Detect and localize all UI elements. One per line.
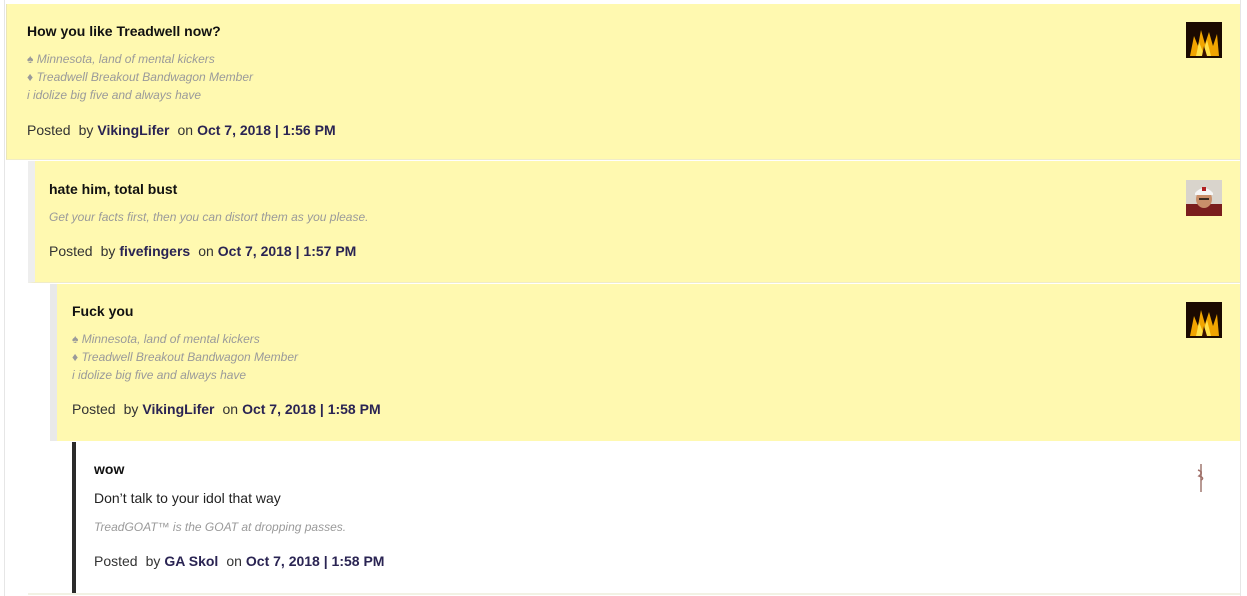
on-label: on xyxy=(222,401,239,417)
comment-item: How you like Treadwell now? ♠ Minnesota,… xyxy=(6,4,1240,160)
post-date-link[interactable]: Oct 7, 2018 | 1:57 PM xyxy=(218,243,357,259)
post-meta: Posted by VikingLifer on Oct 7, 2018 | 1:56 … xyxy=(27,122,336,138)
signature-line: ♦ Treadwell Breakout Bandwagon Member xyxy=(72,350,299,364)
username-link[interactable]: GA Skol xyxy=(164,553,218,569)
signature-line: TreadGOAT™ is the GOAT at dropping passe… xyxy=(94,520,347,534)
thread-bottom-divider xyxy=(28,593,1240,595)
comment-title: hate him, total bust xyxy=(49,181,178,197)
signature-line: Get your facts first, then you can disto… xyxy=(49,210,369,224)
posted-label: Posted xyxy=(94,553,138,569)
on-label: on xyxy=(198,243,214,259)
username-link[interactable]: VikingLifer xyxy=(142,401,214,417)
signature-line: i idolize big five and always have xyxy=(72,368,247,382)
comment-body: Don’t talk to your idol that way xyxy=(94,490,281,506)
by-label: by xyxy=(100,243,116,259)
pin-avatar-icon[interactable] xyxy=(1183,460,1219,496)
post-date-link[interactable]: Oct 7, 2018 | 1:58 PM xyxy=(246,553,385,569)
username-link[interactable]: VikingLifer xyxy=(97,122,169,138)
signature-line: ♦ Treadwell Breakout Bandwagon Member xyxy=(27,70,254,84)
post-meta: Posted by fivefingers on Oct 7, 2018 | 1:57 … xyxy=(49,243,356,259)
posted-label: Posted xyxy=(27,122,71,138)
comment-title: Fuck you xyxy=(72,303,134,319)
post-date-link[interactable]: Oct 7, 2018 | 1:56 PM xyxy=(197,122,336,138)
comment-title: How you like Treadwell now? xyxy=(27,23,221,39)
man-cap-avatar-icon[interactable] xyxy=(1186,180,1222,216)
on-label: on xyxy=(226,553,242,569)
signature-line: ♠ Minnesota, land of mental kickers xyxy=(72,332,260,346)
comment-item: hate him, total bust Get your facts firs… xyxy=(28,161,1240,283)
post-meta: Posted by GA Skol on Oct 7, 2018 | 1:58 PM xyxy=(94,553,384,569)
signature-line: i idolize big five and always have xyxy=(27,88,202,102)
post-date-link[interactable]: Oct 7, 2018 | 1:58 PM xyxy=(242,401,381,417)
comment-item: wow Don’t talk to your idol that way Tre… xyxy=(72,442,1240,594)
signature-line: ♠ Minnesota, land of mental kickers xyxy=(27,52,215,66)
fire-avatar-icon[interactable] xyxy=(1186,302,1222,338)
by-label: by xyxy=(78,122,94,138)
by-label: by xyxy=(145,553,161,569)
comment-title: wow xyxy=(94,461,125,477)
post-meta: Posted by VikingLifer on Oct 7, 2018 | 1:58 … xyxy=(72,401,381,417)
posted-label: Posted xyxy=(49,243,93,259)
by-label: by xyxy=(123,401,139,417)
comment-item: Fuck you ♠ Minnesota, land of mental kic… xyxy=(50,284,1240,441)
fire-avatar-icon[interactable] xyxy=(1186,22,1222,58)
posted-label: Posted xyxy=(72,401,116,417)
username-link[interactable]: fivefingers xyxy=(119,243,190,259)
on-label: on xyxy=(177,122,194,138)
